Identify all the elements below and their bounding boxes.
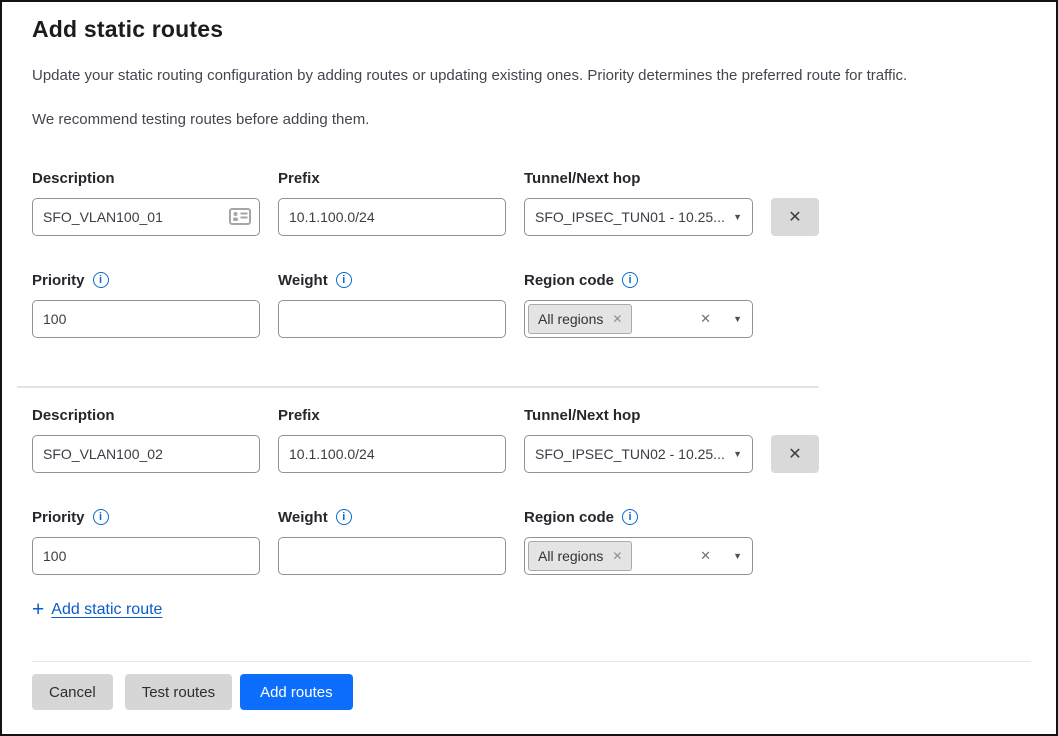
footer-actions: Cancel Test routes Add routes xyxy=(32,674,1026,710)
priority-input[interactable] xyxy=(32,537,260,575)
remove-tag-icon[interactable]: ✕ xyxy=(612,312,622,326)
contact-card-icon xyxy=(229,208,251,225)
prefix-label: Prefix xyxy=(278,170,320,187)
delete-route-button[interactable]: ✕ xyxy=(771,435,819,473)
page-title: Add static routes xyxy=(32,16,1026,43)
clear-icon[interactable]: ✕ xyxy=(700,548,711,564)
add-routes-button[interactable]: Add routes xyxy=(240,674,353,710)
chevron-down-icon: ▼ xyxy=(733,449,742,459)
info-icon[interactable]: i xyxy=(336,272,352,288)
weight-label: Weight xyxy=(278,509,328,526)
route-section-1: Description xyxy=(32,168,1026,338)
region-chip-label: All regions xyxy=(538,548,603,564)
plus-icon: + xyxy=(32,599,44,620)
close-icon: ✕ xyxy=(788,444,801,464)
region-code-label: Region code xyxy=(524,509,614,526)
priority-label: Priority xyxy=(32,272,85,289)
description-label: Description xyxy=(32,170,115,187)
info-icon[interactable]: i xyxy=(93,509,109,525)
section-divider xyxy=(17,386,819,388)
priority-label: Priority xyxy=(32,509,85,526)
intro-text: Update your static routing configuration… xyxy=(32,67,1026,84)
chevron-down-icon: ▼ xyxy=(733,212,742,222)
add-static-route-label: Add static route xyxy=(51,601,162,619)
description-input[interactable] xyxy=(32,198,260,236)
region-chip-label: All regions xyxy=(538,311,603,327)
weight-input[interactable] xyxy=(278,537,506,575)
recommendation-text: We recommend testing routes before addin… xyxy=(32,111,1026,128)
weight-input[interactable] xyxy=(278,300,506,338)
chevron-down-icon: ▼ xyxy=(733,314,742,324)
close-icon: ✕ xyxy=(788,207,801,227)
tunnel-label: Tunnel/Next hop xyxy=(524,407,640,424)
footer-divider xyxy=(32,661,1031,662)
tunnel-label: Tunnel/Next hop xyxy=(524,170,640,187)
prefix-label: Prefix xyxy=(278,407,320,424)
route-section-2: Description Prefix Tunnel/Next hop SFO_I… xyxy=(32,405,1026,575)
add-static-routes-dialog: Add static routes Update your static rou… xyxy=(0,0,1058,736)
priority-input[interactable] xyxy=(32,300,260,338)
test-routes-button[interactable]: Test routes xyxy=(125,674,232,710)
region-code-label: Region code xyxy=(524,272,614,289)
clear-icon[interactable]: ✕ xyxy=(700,311,711,327)
tunnel-select-value: SFO_IPSEC_TUN02 - 10.25... xyxy=(535,446,725,462)
tunnel-select-value: SFO_IPSEC_TUN01 - 10.25... xyxy=(535,209,725,225)
remove-tag-icon[interactable]: ✕ xyxy=(612,549,622,563)
prefix-input[interactable] xyxy=(278,435,506,473)
weight-label: Weight xyxy=(278,272,328,289)
prefix-input[interactable] xyxy=(278,198,506,236)
info-icon[interactable]: i xyxy=(622,509,638,525)
chevron-down-icon: ▼ xyxy=(733,551,742,561)
region-multiselect[interactable]: All regions ✕ ✕ ▼ xyxy=(524,300,753,338)
cancel-button[interactable]: Cancel xyxy=(32,674,113,710)
description-input[interactable] xyxy=(32,435,260,473)
add-static-route-link[interactable]: + Add static route xyxy=(32,599,162,620)
tunnel-select[interactable]: SFO_IPSEC_TUN02 - 10.25... ▼ xyxy=(524,435,753,473)
description-label: Description xyxy=(32,407,115,424)
region-multiselect[interactable]: All regions ✕ ✕ ▼ xyxy=(524,537,753,575)
info-icon[interactable]: i xyxy=(93,272,109,288)
info-icon[interactable]: i xyxy=(622,272,638,288)
delete-route-button[interactable]: ✕ xyxy=(771,198,819,236)
region-chip: All regions ✕ xyxy=(528,304,632,334)
info-icon[interactable]: i xyxy=(336,509,352,525)
region-chip: All regions ✕ xyxy=(528,541,632,571)
tunnel-select[interactable]: SFO_IPSEC_TUN01 - 10.25... ▼ xyxy=(524,198,753,236)
